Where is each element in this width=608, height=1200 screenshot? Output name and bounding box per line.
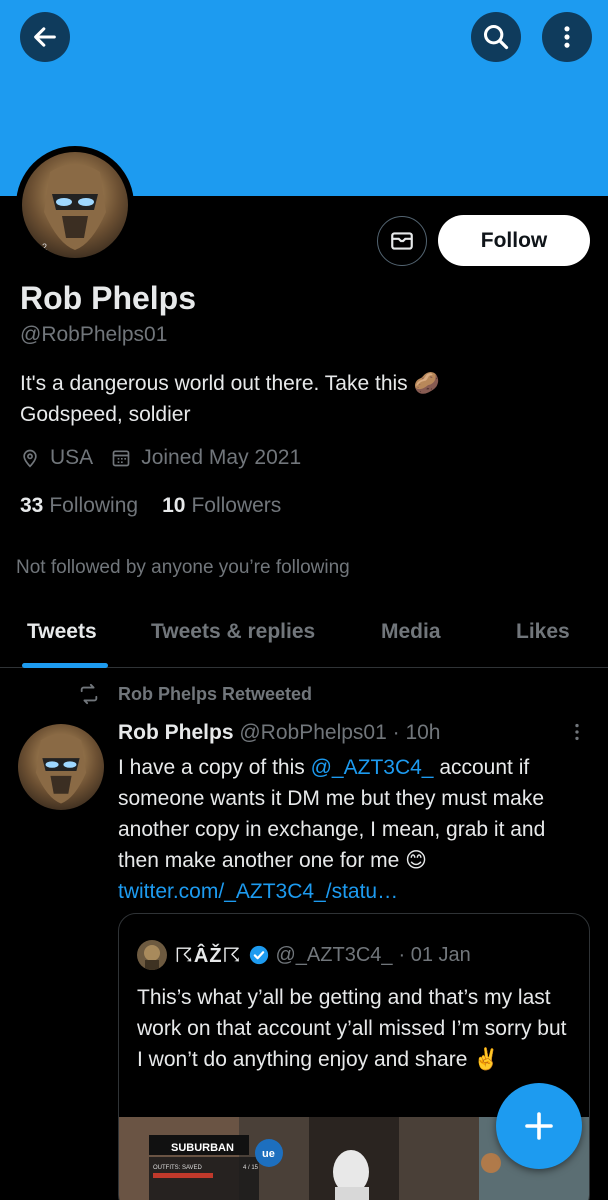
helmet-avatar-image: 2: [22, 152, 128, 258]
location-text: USA: [50, 446, 94, 469]
not-followed-notice: Not followed by anyone you’re following: [16, 557, 350, 578]
more-options-button[interactable]: [542, 12, 592, 62]
tab-media[interactable]: Media: [381, 620, 441, 644]
retweet-icon: [80, 683, 98, 705]
search-icon: [483, 24, 509, 50]
tweet-time: · 10h: [392, 721, 441, 744]
tweet-author-avatar[interactable]: [18, 724, 104, 810]
retweet-label: Rob Phelps Retweeted: [118, 683, 313, 704]
profile-tabs: Tweets Tweets & replies Media Likes: [0, 604, 608, 668]
quoted-tweet-header: ☈ÂŽ☈ @_AZT3C4_ · 01 Jan: [137, 940, 471, 970]
followers-count: 10: [162, 494, 186, 517]
tweet-text-start: I have a copy of this: [118, 756, 311, 779]
helmet-avatar-image: [18, 724, 104, 810]
more-vertical-icon: [564, 26, 570, 48]
tweet-header: Rob Phelps @RobPhelps01 · 10h: [118, 721, 441, 745]
more-vertical-icon: [575, 723, 579, 741]
profile-name: Rob Phelps: [20, 280, 197, 316]
tab-tweets-and-replies[interactable]: Tweets & replies: [151, 620, 315, 644]
followers-link[interactable]: 10 Followers: [162, 494, 281, 518]
tweet-author-name[interactable]: Rob Phelps: [118, 721, 234, 744]
back-button[interactable]: [20, 12, 70, 62]
quoted-author-handle: @_AZT3C4_: [275, 943, 393, 966]
tweet-author-handle: @RobPhelps01: [239, 721, 387, 744]
profile-meta: USA Joined May 2021: [20, 446, 319, 470]
profile-handle: @RobPhelps01: [20, 323, 168, 346]
followers-label: Followers: [191, 494, 282, 517]
avatar-badge: 2: [42, 242, 47, 252]
media-title: SUBURBAN: [171, 1142, 234, 1154]
quoted-tweet-text: This’s what y’all be getting and that’s …: [137, 986, 567, 1071]
active-tab-indicator: [22, 663, 108, 668]
compose-tweet-button[interactable]: [496, 1083, 582, 1169]
mail-icon: [391, 232, 413, 250]
verified-badge-icon: [249, 945, 268, 965]
media-badge: ue: [262, 1148, 275, 1160]
follow-button[interactable]: Follow: [438, 215, 590, 266]
profile-bio: It's a dangerous world out there. Take t…: [20, 368, 520, 430]
arrow-left-icon: [34, 27, 56, 47]
tab-tweets[interactable]: Tweets: [27, 620, 97, 644]
search-button[interactable]: [471, 12, 521, 62]
join-date-text: Joined May 2021: [141, 446, 302, 469]
bio-line-2: Godspeed, soldier: [20, 403, 191, 426]
calendar-icon: [112, 450, 130, 467]
tweet-text: I have a copy of this @_AZT3C4_ account …: [118, 752, 588, 907]
quoted-tweet-date: · 01 Jan: [398, 943, 471, 966]
plus-icon: [525, 1112, 553, 1140]
tweet-url-link[interactable]: twitter.com/_AZT3C4_/statu…: [118, 880, 398, 903]
bio-line-1: It's a dangerous world out there. Take t…: [20, 372, 440, 395]
tweet-more-button[interactable]: [566, 720, 588, 749]
quoted-author-avatar: [137, 940, 167, 970]
media-count-text: 4 / 15: [243, 1165, 259, 1171]
location-pin-icon: [23, 449, 37, 468]
tab-likes[interactable]: Likes: [516, 620, 570, 644]
media-outfits-text: OUTFITS: SAVED: [153, 1165, 203, 1171]
message-button[interactable]: [377, 216, 427, 266]
follow-stats: 33 Following 10 Followers: [20, 494, 305, 518]
join-date: Joined May 2021: [111, 446, 301, 470]
location: USA: [20, 446, 93, 470]
following-count: 33: [20, 494, 44, 517]
following-link[interactable]: 33 Following: [20, 494, 138, 518]
retweet-indicator: Rob Phelps Retweeted: [78, 683, 312, 705]
profile-avatar[interactable]: 2: [16, 146, 134, 264]
following-label: Following: [49, 494, 139, 517]
tweet-mention-link[interactable]: @_AZT3C4_: [311, 756, 434, 779]
quoted-author-name: ☈ÂŽ☈: [175, 944, 242, 967]
